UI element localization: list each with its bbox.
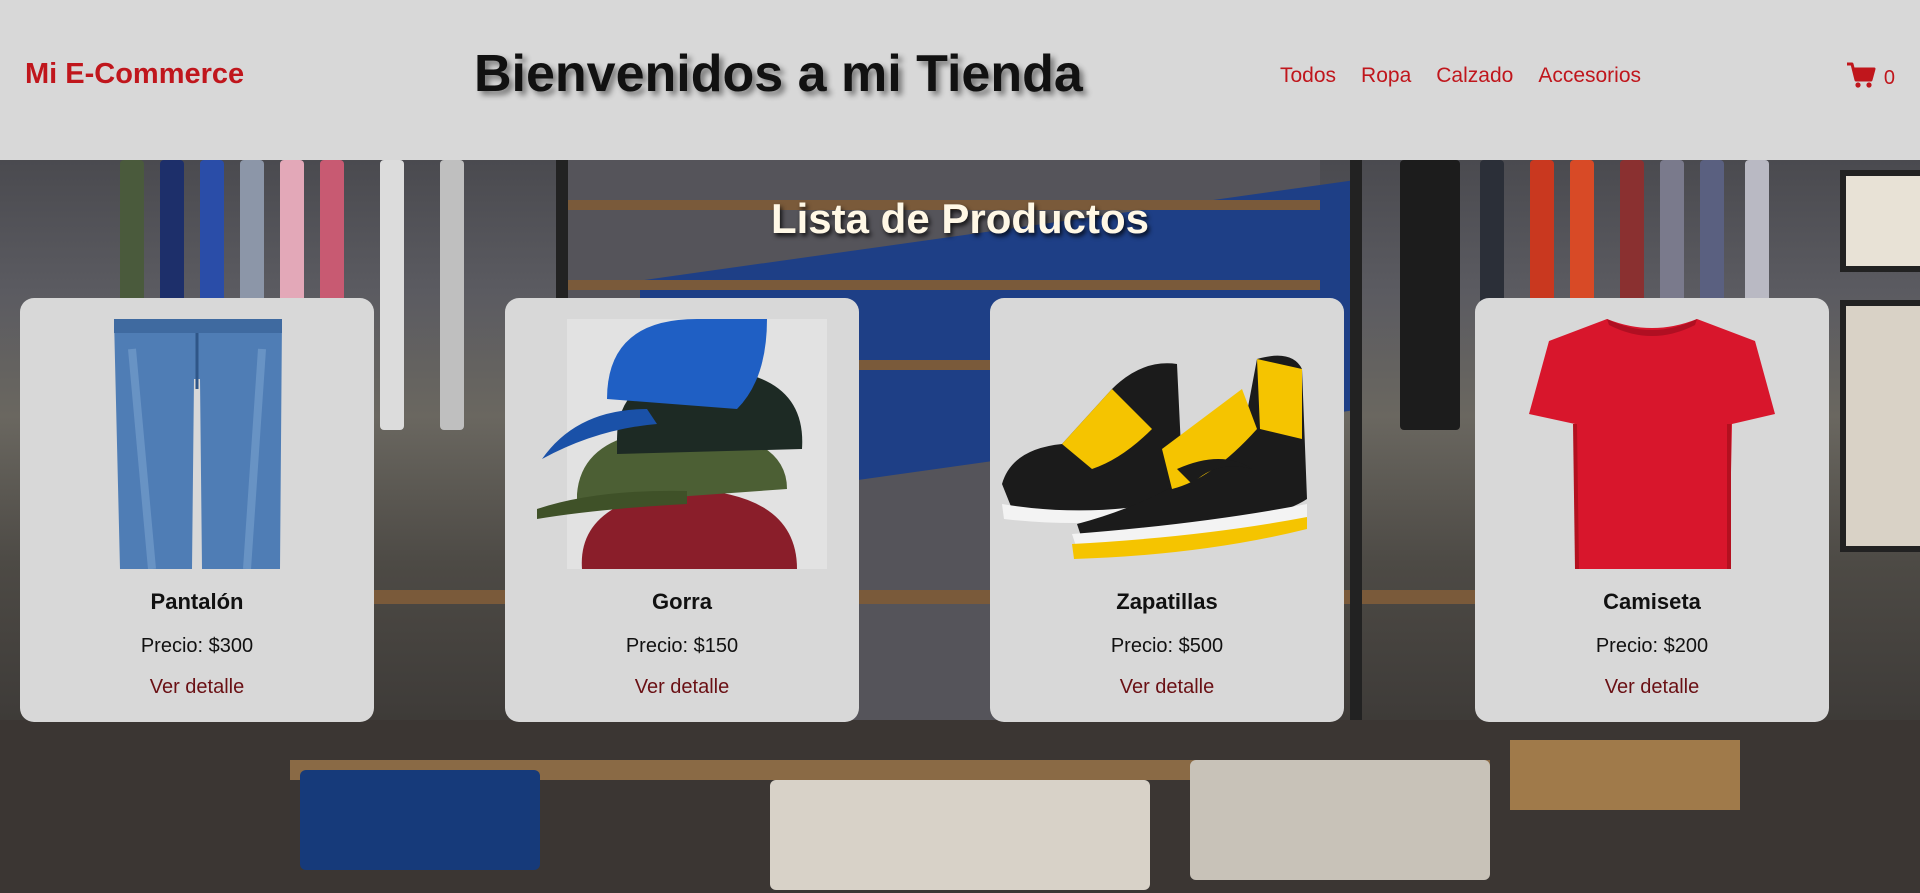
products-title: Lista de Productos bbox=[770, 195, 1150, 242]
product-name: Pantalón bbox=[150, 589, 244, 614]
cart-button[interactable]: 0 bbox=[1846, 62, 1895, 95]
site-header: Mi E-Commerce Bienvenidos a mi Tienda To… bbox=[0, 0, 1920, 160]
products-section: Lista de Productos Pantalón Precio: $300… bbox=[0, 160, 1920, 893]
product-card: Zapatillas Precio: $500 Ver detalle bbox=[990, 298, 1344, 722]
logo-link[interactable]: Mi E-Commerce bbox=[25, 58, 244, 91]
view-detail-link[interactable]: Ver detalle bbox=[635, 676, 730, 699]
category-nav: Todos Ropa Calzado Accesorios bbox=[1280, 64, 1666, 88]
product-price: Precio: $150 bbox=[625, 635, 739, 657]
product-price: Precio: $500 bbox=[1110, 635, 1224, 657]
product-name: Zapatillas bbox=[1116, 589, 1218, 614]
sneakers-image bbox=[1002, 319, 1312, 569]
caps-image bbox=[537, 319, 827, 569]
shopping-cart-icon bbox=[1846, 62, 1876, 95]
product-price: Precio: $200 bbox=[1595, 635, 1709, 657]
nav-accesorios[interactable]: Accesorios bbox=[1538, 64, 1641, 88]
product-name: Camiseta bbox=[1603, 589, 1701, 614]
product-name: Gorra bbox=[652, 589, 712, 614]
tshirt-image bbox=[1507, 319, 1797, 570]
welcome-title: Bienvenidos a mi Tienda bbox=[474, 45, 1083, 103]
jeans-image bbox=[52, 319, 342, 570]
product-card: Pantalón Precio: $300 Ver detalle bbox=[20, 298, 374, 722]
product-card: Camiseta Precio: $200 Ver detalle bbox=[1475, 298, 1829, 722]
product-card: Gorra Precio: $150 Ver detalle bbox=[505, 298, 859, 722]
product-price: Precio: $300 bbox=[140, 635, 254, 657]
cart-count: 0 bbox=[1883, 67, 1895, 89]
view-detail-link[interactable]: Ver detalle bbox=[1120, 676, 1215, 699]
nav-calzado[interactable]: Calzado bbox=[1436, 64, 1513, 88]
view-detail-link[interactable]: Ver detalle bbox=[1605, 676, 1700, 699]
nav-todos[interactable]: Todos bbox=[1280, 64, 1336, 88]
view-detail-link[interactable]: Ver detalle bbox=[150, 676, 245, 699]
nav-ropa[interactable]: Ropa bbox=[1361, 64, 1411, 88]
